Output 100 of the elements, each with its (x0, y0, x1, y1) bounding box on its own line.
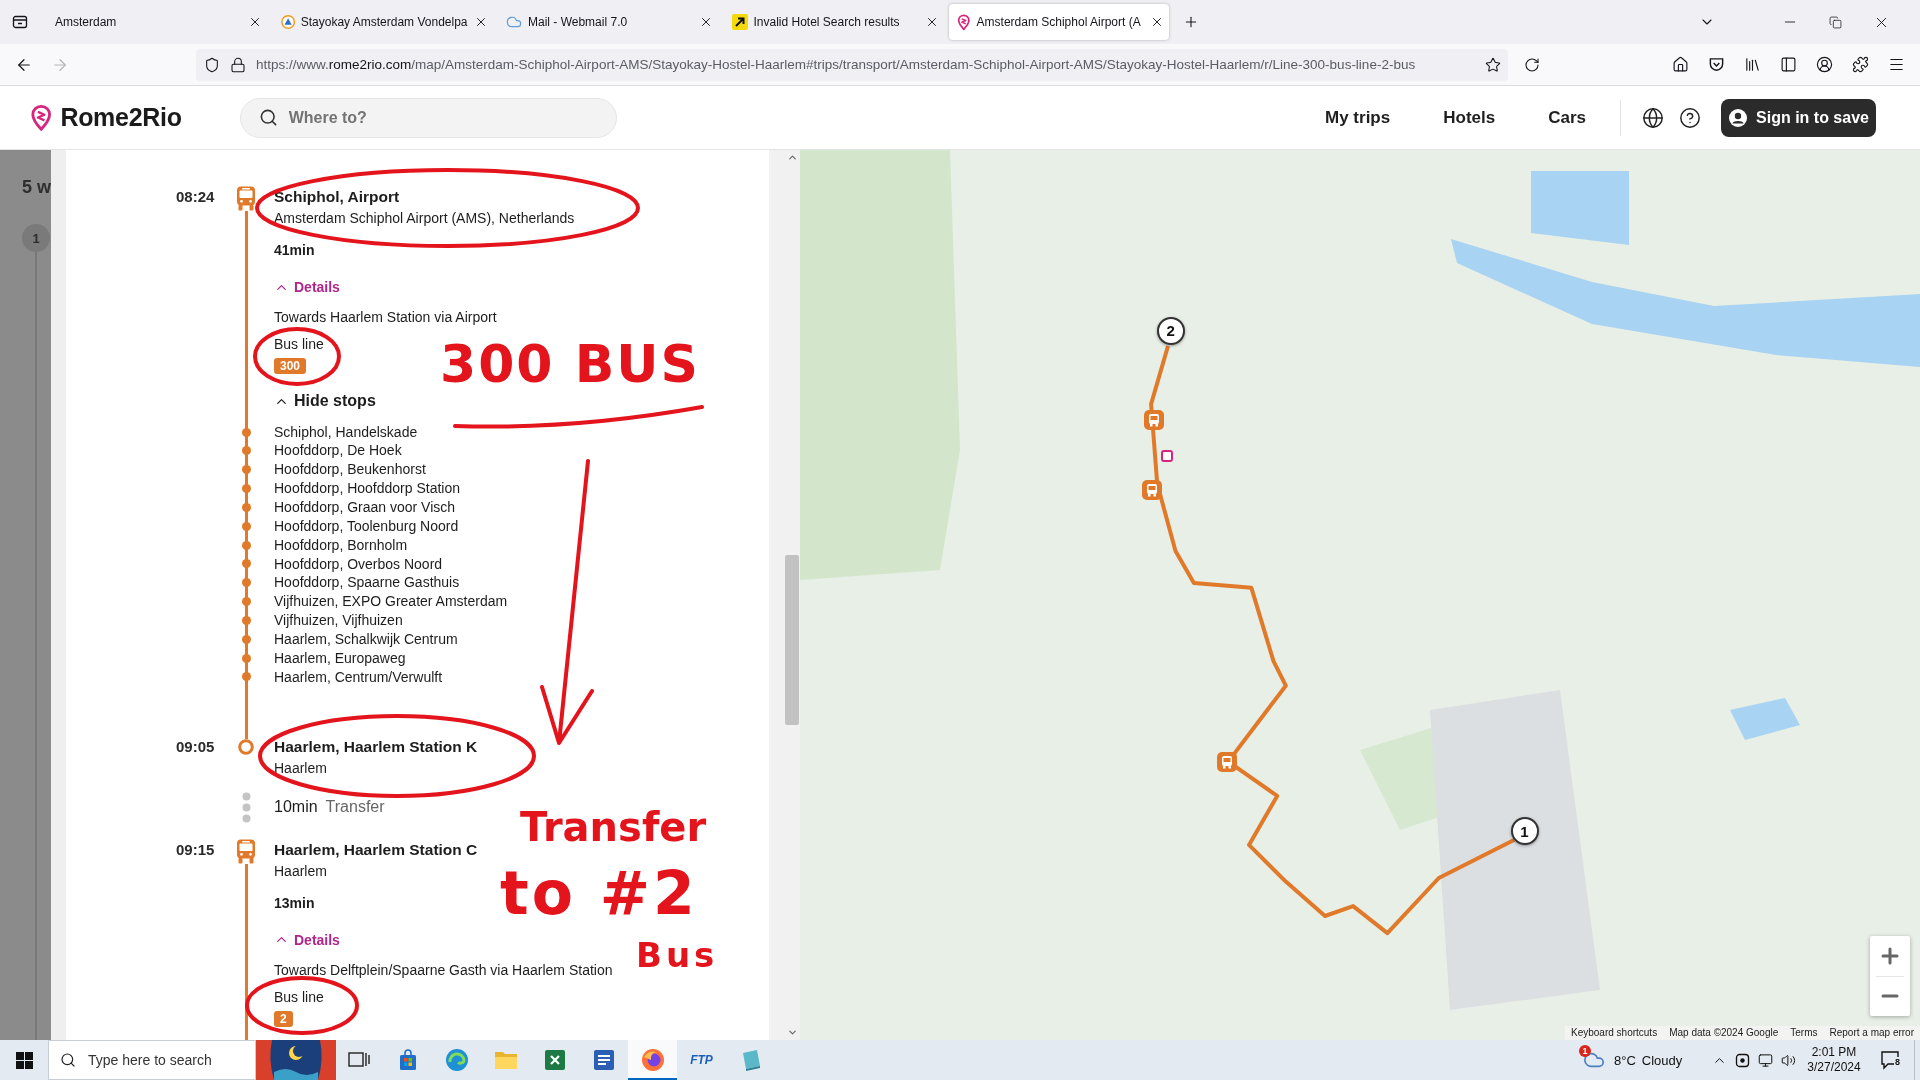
help-icon[interactable] (1679, 106, 1701, 129)
alert-badge: 1 (1579, 1045, 1591, 1057)
intermediate-stop: Hoofddorp, Graan voor Visch (274, 497, 456, 517)
intermediate-stop: Hoofddorp, De Hoek (274, 441, 402, 461)
nav-link[interactable]: My trips (1325, 107, 1391, 128)
map-footer-link[interactable]: Map data ©2024 Google (1663, 1026, 1785, 1040)
transfer-duration: 10min (274, 797, 318, 816)
intermediate-stop: Vijfhuizen, EXPO Greater Amsterdam (274, 592, 508, 612)
pin-logo-icon (957, 13, 971, 31)
browser-tab[interactable]: Amsterdam (47, 4, 267, 40)
arrow-logo-icon (731, 14, 748, 30)
stop-name: Haarlem, Haarlem Station K (274, 736, 478, 757)
home-icon[interactable] (1671, 56, 1689, 73)
clock-time[interactable]: 2:01 PM (1811, 1045, 1857, 1060)
close-icon[interactable] (248, 15, 262, 29)
stop-place: Haarlem (274, 861, 327, 881)
browser-icon (640, 1048, 665, 1072)
stop-name: Haarlem, Haarlem Station C (274, 839, 478, 860)
clock-date[interactable]: 3/27/2024 (1807, 1060, 1861, 1075)
stop-dot-icon (241, 634, 251, 644)
globe-icon[interactable] (1642, 106, 1664, 129)
save-icon[interactable] (1707, 56, 1725, 73)
stop-dot-icon (241, 502, 251, 512)
route-marker[interactable]: 2 (1156, 316, 1185, 345)
cloud-icon (506, 14, 522, 30)
map-footer-link[interactable]: Terms (1784, 1026, 1824, 1040)
logo-text[interactable]: Rome2Rio (60, 103, 182, 132)
spreadsheet-icon (543, 1049, 566, 1071)
search-field[interactable]: Where to? (239, 97, 617, 138)
library-icon[interactable] (1743, 56, 1761, 73)
details-toggle[interactable]: Details (274, 929, 340, 950)
task-view-icon (347, 1050, 370, 1070)
details-toggle[interactable]: Details (274, 277, 340, 297)
user-icon (1728, 107, 1749, 128)
taskbar-search-field[interactable]: Type here to search (48, 1040, 256, 1080)
weather-condition[interactable]: Cloudy (1641, 1052, 1683, 1068)
direction-text: Towards Delftplein/Spaarne Gasth via Haarlem Station (274, 960, 613, 980)
document-icon (592, 1049, 615, 1071)
nav-link[interactable]: Hotels (1443, 107, 1496, 128)
search-icon (60, 1052, 76, 1068)
stops-toggle[interactable]: Hide stops (274, 390, 376, 412)
sidebar-icon[interactable] (1779, 56, 1797, 73)
stop-dot-icon (241, 597, 251, 607)
nav-link[interactable]: Cars (1548, 107, 1586, 128)
lock-icon[interactable] (230, 56, 246, 73)
vertical-dots-icon (241, 791, 251, 823)
departure-time: 08:24 (176, 187, 215, 207)
taskbar-button[interactable]: FTP (677, 1040, 726, 1080)
bus-stop-marker-icon[interactable] (1217, 751, 1237, 772)
account-icon[interactable] (1815, 56, 1833, 73)
search-icon (258, 108, 278, 127)
map-footer-link[interactable]: Keyboard shortcuts (1565, 1026, 1664, 1040)
handwritten-note: Transfer (520, 805, 707, 849)
shield-icon[interactable] (204, 56, 220, 73)
stop-dot-icon (241, 484, 251, 494)
handwritten-note: to #2 (500, 860, 698, 926)
sign-in-button[interactable]: Sign in to save (1721, 98, 1876, 137)
close-icon[interactable] (699, 15, 713, 29)
device-icon[interactable] (1735, 1052, 1750, 1068)
triangle-logo-icon (280, 14, 295, 30)
scroll-down-icon[interactable] (786, 1027, 798, 1038)
bus-stop-marker-icon[interactable] (1143, 410, 1164, 430)
start-icon[interactable] (15, 1051, 33, 1069)
browser-tab[interactable]: Mail - Webmail 7.0 (498, 4, 718, 40)
map-footer-link[interactable]: Report a map error (1823, 1026, 1920, 1040)
restore-icon[interactable] (1829, 15, 1842, 29)
close-icon[interactable] (1150, 15, 1164, 29)
taskbar-button[interactable] (628, 1040, 677, 1080)
scrollbar-thumb[interactable] (785, 555, 799, 725)
ride-duration: 41min (274, 241, 315, 260)
intermediate-stop: Hoofddorp, Spaarne Gasthuis (274, 573, 460, 593)
intermediate-stop: Hoofddorp, Beukenhorst (274, 460, 426, 480)
intermediate-stop: Hoofddorp, Hoofddorp Station (274, 479, 460, 498)
bus-stop-marker-icon[interactable] (1142, 479, 1163, 500)
intermediate-stop: Hoofddorp, Bornholm (274, 535, 408, 555)
folder-icon (493, 1049, 518, 1071)
address-field[interactable]: https://www.rome2rio.com/map/Amsterdam-Schiphol-Airport-AMS/Stayokay-Hostel-Haarlem#trips/transport/Amsterdam-Schiphol-Airport-AMS/Stayokay-Hostel-Haarlem/r/Line-300-bus-line-2-bus (196, 48, 1508, 81)
network-icon[interactable] (1758, 1052, 1773, 1068)
browser-tab[interactable]: Invalid Hotel Search results (723, 4, 944, 40)
notification-count: 8 (1894, 1057, 1901, 1067)
temperature[interactable]: 8°C (1614, 1052, 1636, 1068)
volume-icon[interactable] (1781, 1052, 1796, 1068)
reload-icon[interactable] (1524, 56, 1540, 73)
intermediate-stop: Haarlem, Schalkwijk Centrum (274, 629, 458, 649)
handwritten-note: Bus (636, 937, 719, 975)
tab-list-icon[interactable] (12, 14, 28, 30)
step-number: 1 (22, 224, 50, 252)
intermediate-stop: Hoofddorp, Toolenburg Noord (274, 516, 459, 536)
departure-time: 09:15 (176, 839, 215, 860)
browser-tab[interactable]: Stayokay Amsterdam Vondelpa (272, 4, 493, 40)
bus-line-badge: 300 (274, 358, 307, 374)
stop-dot-icon (241, 427, 251, 437)
extensions-icon[interactable] (1851, 56, 1869, 73)
map-view[interactable]: 2 1 Keyboard shortcuts Map data ©2024 Google Terms Report a map error (800, 150, 1920, 1040)
menu-icon[interactable] (1887, 56, 1905, 73)
place-marker-icon[interactable] (1161, 450, 1173, 462)
ring-icon (238, 738, 254, 755)
bookmark-star-icon[interactable] (1485, 56, 1501, 73)
browser-tab[interactable]: Amsterdam Schiphol Airport (A (949, 4, 1169, 40)
moon-scene-icon[interactable] (256, 1040, 336, 1080)
